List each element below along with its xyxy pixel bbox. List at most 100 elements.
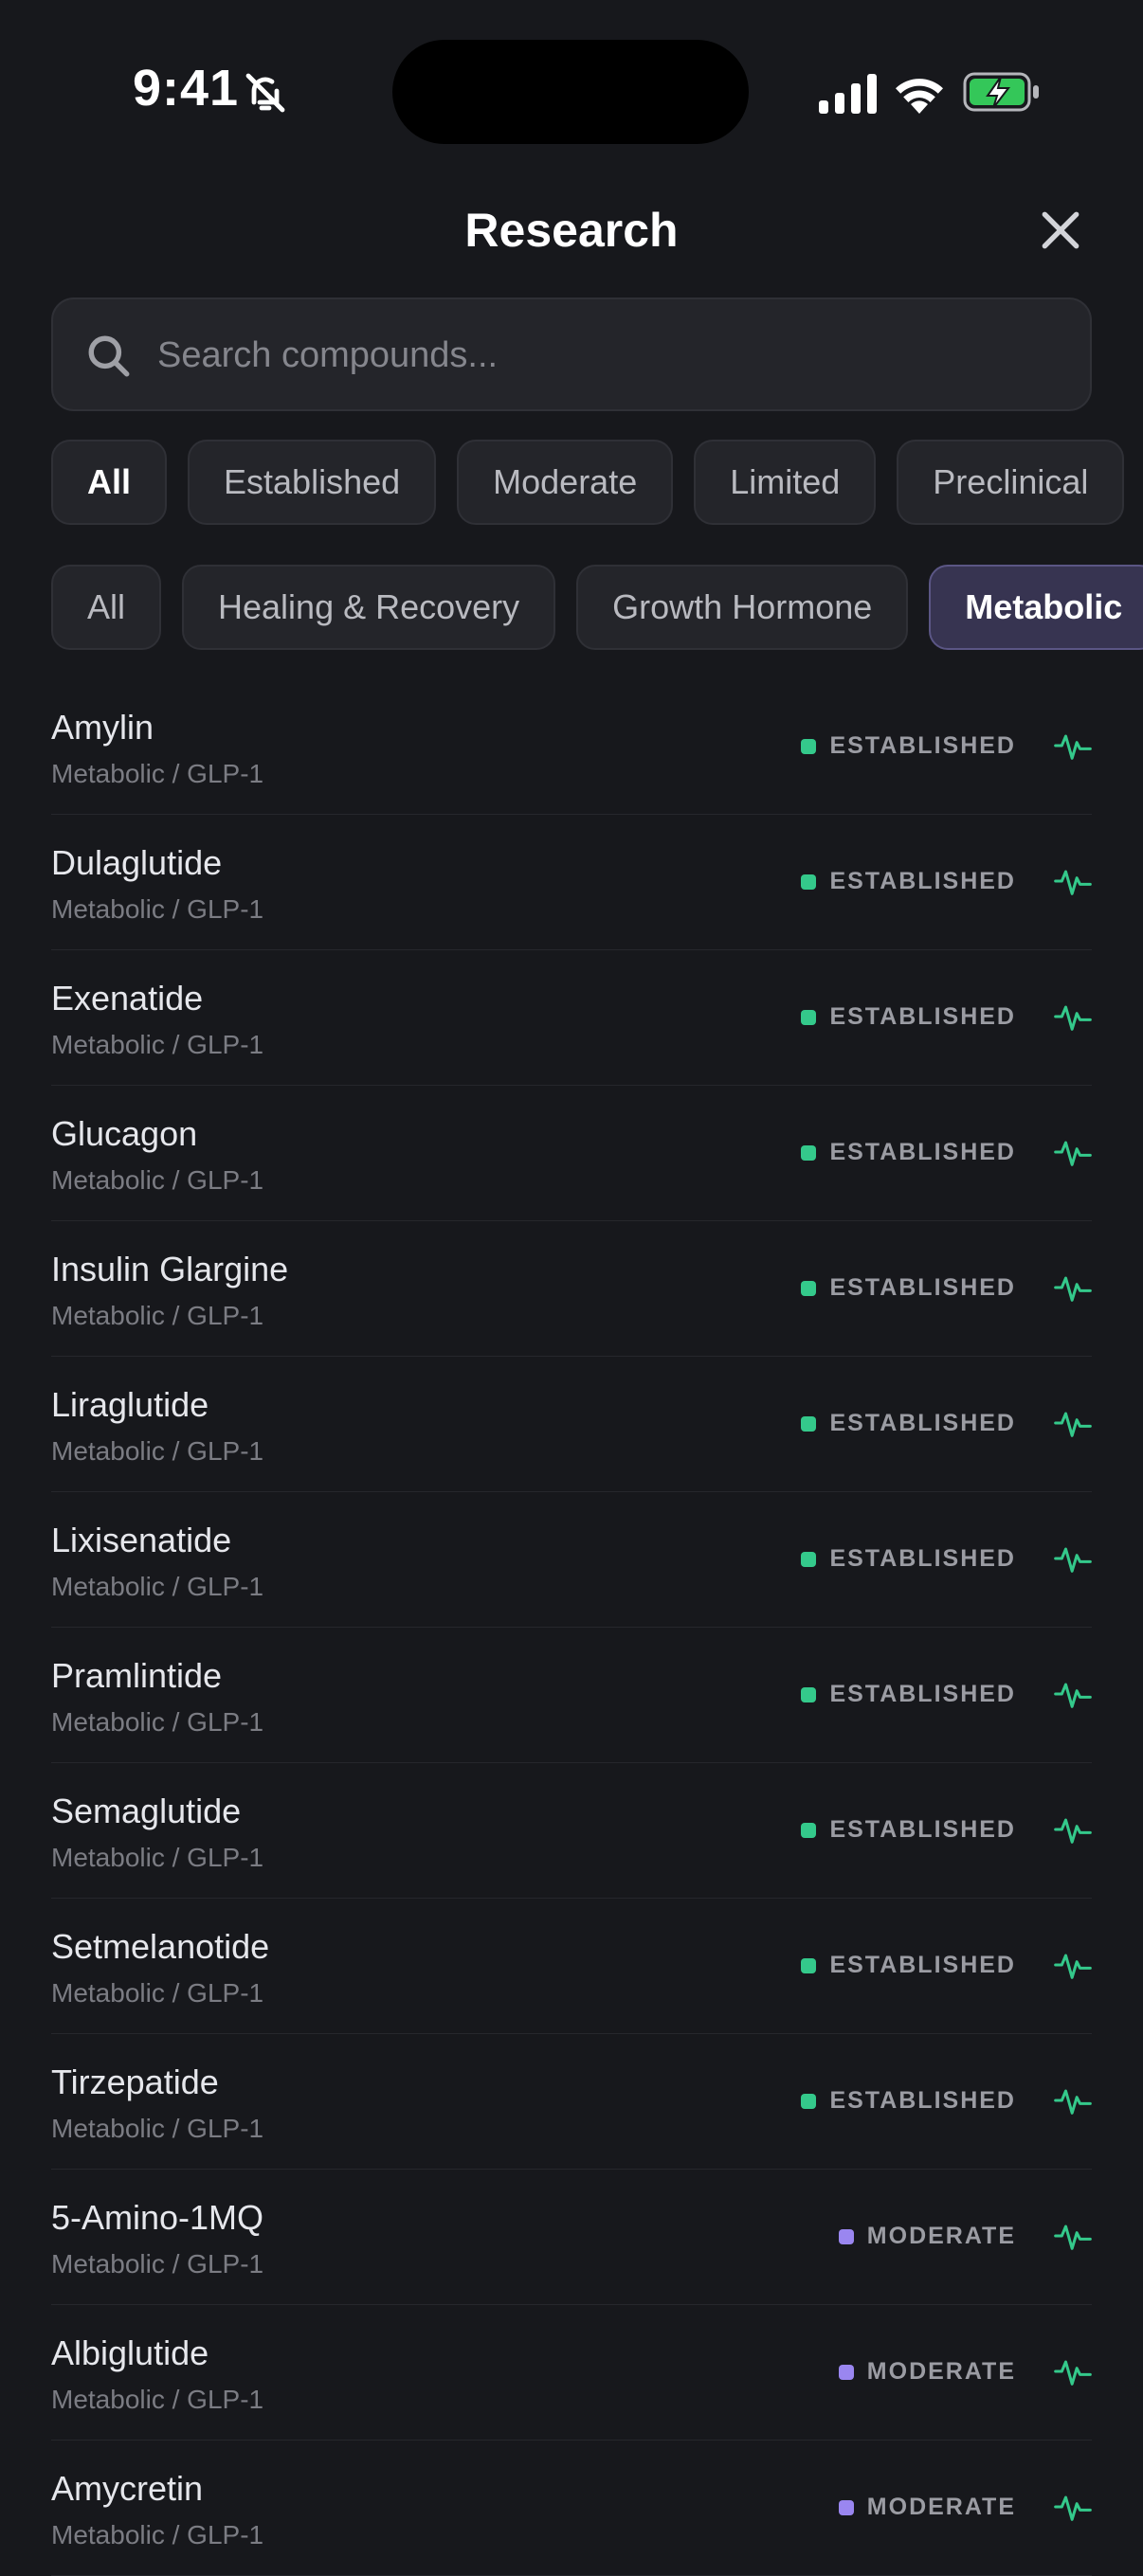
dynamic-island bbox=[392, 40, 749, 144]
evidence-dot bbox=[801, 1415, 817, 1432]
activity-pulse-icon[interactable] bbox=[1054, 727, 1092, 765]
cellular-signal-icon bbox=[819, 74, 877, 114]
evidence-badge: MODERATE bbox=[838, 2223, 1016, 2250]
compound-row[interactable]: Semaglutide Metabolic / GLP-1 ESTABLISHED bbox=[51, 1763, 1092, 1899]
compound-name: Tirzepatide bbox=[51, 2063, 219, 2101]
category-filter-healing-recovery[interactable]: Healing & Recovery bbox=[182, 565, 556, 650]
compound-name: Insulin Glargine bbox=[51, 1250, 289, 1288]
status-bar: 9:41 bbox=[0, 0, 1143, 180]
search-icon bbox=[88, 335, 130, 377]
activity-pulse-icon[interactable] bbox=[1054, 1404, 1092, 1442]
category-filter-growth-hormone[interactable]: Growth Hormone bbox=[576, 565, 909, 650]
compound-row[interactable]: Tirzepatide Metabolic / GLP-1 ESTABLISHED bbox=[51, 2034, 1092, 2170]
activity-pulse-icon[interactable] bbox=[1054, 1540, 1092, 1577]
evidence-dot bbox=[801, 874, 817, 890]
compound-category: Metabolic / GLP-1 bbox=[51, 1301, 264, 1330]
activity-pulse-icon[interactable] bbox=[1054, 1675, 1092, 1713]
evidence-label: ESTABLISHED bbox=[829, 1545, 1016, 1572]
compound-row[interactable]: Insulin Glargine Metabolic / GLP-1 ESTABLI… bbox=[51, 1221, 1092, 1357]
activity-pulse-icon[interactable] bbox=[1054, 2081, 1092, 2119]
category-filter-row: All Healing & Recovery Growth Hormone Me… bbox=[51, 565, 1143, 650]
evidence-badge: ESTABLISHED bbox=[801, 1274, 1016, 1302]
activity-pulse-icon[interactable] bbox=[1054, 862, 1092, 900]
compound-row[interactable]: Exenatide Metabolic / GLP-1 ESTABLISHED bbox=[51, 950, 1092, 1086]
evidence-label: ESTABLISHED bbox=[829, 1274, 1016, 1301]
compound-row[interactable]: 5-Amino-1MQ Metabolic / GLP-1 MODERATE bbox=[51, 2170, 1092, 2305]
compound-category: Metabolic / GLP-1 bbox=[51, 894, 264, 924]
evidence-dot bbox=[838, 2228, 854, 2244]
compound-category: Metabolic / GLP-1 bbox=[51, 1978, 264, 2008]
evidence-badge: ESTABLISHED bbox=[801, 2087, 1016, 2115]
compound-row[interactable]: Setmelanotide Metabolic / GLP-1 ESTABLISHE… bbox=[51, 1899, 1092, 2034]
evidence-filter-all[interactable]: All bbox=[51, 440, 168, 525]
evidence-filter-established[interactable]: Established bbox=[188, 440, 437, 525]
evidence-badge: ESTABLISHED bbox=[801, 1003, 1016, 1031]
compound-row[interactable]: Glucagon Metabolic / GLP-1 ESTABLISHED bbox=[51, 1086, 1092, 1221]
evidence-label: MODERATE bbox=[866, 2358, 1016, 2385]
evidence-dot bbox=[801, 1280, 817, 1296]
activity-pulse-icon[interactable] bbox=[1054, 2352, 1092, 2390]
activity-pulse-icon[interactable] bbox=[1054, 2488, 1092, 2526]
evidence-badge: ESTABLISHED bbox=[801, 1816, 1016, 1844]
compound-category: Metabolic / GLP-1 bbox=[51, 1572, 264, 1601]
evidence-label: ESTABLISHED bbox=[829, 1816, 1016, 1843]
compound-name: Semaglutide bbox=[51, 1792, 242, 1830]
compound-category: Metabolic / GLP-1 bbox=[51, 1843, 264, 1872]
compound-category: Metabolic / GLP-1 bbox=[51, 2385, 264, 2414]
compound-category: Metabolic / GLP-1 bbox=[51, 1436, 264, 1466]
evidence-label: ESTABLISHED bbox=[829, 1681, 1016, 1707]
evidence-badge: ESTABLISHED bbox=[801, 1139, 1016, 1166]
evidence-filter-limited[interactable]: Limited bbox=[694, 440, 877, 525]
compound-name: Liraglutide bbox=[51, 1385, 209, 1424]
compound-row[interactable]: Amylin Metabolic / GLP-1 ESTABLISHED bbox=[51, 679, 1092, 815]
bell-muted-icon bbox=[245, 73, 285, 113]
header: Research bbox=[0, 180, 1143, 284]
compound-name: Setmelanotide bbox=[51, 1927, 270, 1966]
evidence-badge: ESTABLISHED bbox=[801, 1410, 1016, 1437]
compound-row[interactable]: Albiglutide Metabolic / GLP-1 MODERATE bbox=[51, 2305, 1092, 2441]
compound-category: Metabolic / GLP-1 bbox=[51, 1165, 264, 1195]
evidence-badge: ESTABLISHED bbox=[801, 732, 1016, 760]
activity-pulse-icon[interactable] bbox=[1054, 1810, 1092, 1848]
activity-pulse-icon[interactable] bbox=[1054, 2217, 1092, 2255]
evidence-dot bbox=[801, 1822, 817, 1838]
compound-row[interactable]: Dulaglutide Metabolic / GLP-1 ESTABLISHED bbox=[51, 815, 1092, 950]
evidence-badge: MODERATE bbox=[838, 2358, 1016, 2386]
close-icon[interactable] bbox=[1037, 207, 1084, 254]
compound-list: Amylin Metabolic / GLP-1 ESTABLISHED Dulagl… bbox=[51, 679, 1092, 2576]
evidence-filter-row: All Established Moderate Limited Preclin… bbox=[51, 440, 1125, 525]
compound-category: Metabolic / GLP-1 bbox=[51, 1707, 264, 1737]
evidence-label: ESTABLISHED bbox=[829, 1410, 1016, 1436]
evidence-filter-moderate[interactable]: Moderate bbox=[457, 440, 674, 525]
category-filter-metabolic[interactable]: Metabolic bbox=[929, 565, 1143, 650]
evidence-dot bbox=[838, 2364, 854, 2380]
evidence-dot bbox=[801, 1009, 817, 1025]
compound-row[interactable]: Amycretin Metabolic / GLP-1 MODERATE bbox=[51, 2441, 1092, 2576]
compound-category: Metabolic / GLP-1 bbox=[51, 2520, 264, 2549]
evidence-dot bbox=[801, 1144, 817, 1161]
evidence-label: ESTABLISHED bbox=[829, 1139, 1016, 1165]
evidence-label: ESTABLISHED bbox=[829, 732, 1016, 759]
evidence-dot bbox=[801, 1551, 817, 1567]
evidence-filter-preclinical[interactable]: Preclinical bbox=[897, 440, 1125, 525]
activity-pulse-icon[interactable] bbox=[1054, 1946, 1092, 1984]
evidence-dot bbox=[801, 738, 817, 754]
activity-pulse-icon[interactable] bbox=[1054, 998, 1092, 1036]
compound-name: Dulaglutide bbox=[51, 843, 223, 882]
compound-row[interactable]: Lixisenatide Metabolic / GLP-1 ESTABLISHED bbox=[51, 1492, 1092, 1628]
compound-row[interactable]: Liraglutide Metabolic / GLP-1 ESTABLISHED bbox=[51, 1357, 1092, 1492]
search-input[interactable] bbox=[155, 299, 1060, 411]
status-time: 9:41 bbox=[133, 60, 240, 117]
activity-pulse-icon[interactable] bbox=[1054, 1269, 1092, 1306]
battery-charging-icon bbox=[963, 72, 1039, 112]
compound-category: Metabolic / GLP-1 bbox=[51, 1030, 264, 1059]
compound-row[interactable]: Pramlintide Metabolic / GLP-1 ESTABLISHED bbox=[51, 1628, 1092, 1763]
wifi-icon bbox=[896, 79, 943, 114]
compound-name: Glucagon bbox=[51, 1114, 198, 1153]
activity-pulse-icon[interactable] bbox=[1054, 1133, 1092, 1171]
evidence-badge: ESTABLISHED bbox=[801, 868, 1016, 895]
category-filter-all[interactable]: All bbox=[51, 565, 162, 650]
evidence-label: MODERATE bbox=[866, 2494, 1016, 2520]
compound-name: Albiglutide bbox=[51, 2333, 209, 2372]
evidence-dot bbox=[838, 2499, 854, 2515]
